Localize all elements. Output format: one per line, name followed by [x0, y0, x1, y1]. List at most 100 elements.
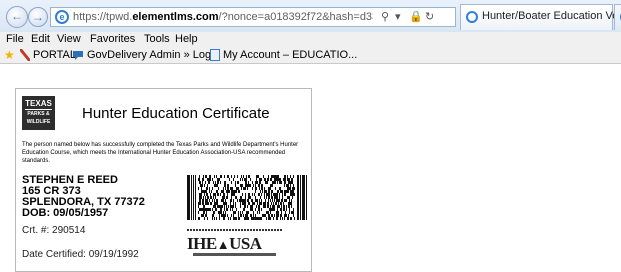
barcode-module [206, 190, 207, 193]
barcode-module [243, 208, 244, 211]
tab-hunter-boater-education[interactable]: Hunter/Boater Education Verif... [460, 4, 621, 30]
barcode-module [205, 202, 206, 205]
barcode-module [285, 199, 286, 202]
barcode-module [207, 178, 208, 181]
search-icon[interactable]: ⚲ [381, 10, 389, 23]
hunter-education-certificate: TEXAS PARKS & WILDLIFE Hunter Education … [15, 88, 312, 272]
barcode-module [268, 175, 269, 178]
chevron-down-icon[interactable]: ▾ [395, 10, 401, 23]
menu-view[interactable]: View [57, 33, 81, 45]
barcode-guard-bar [300, 175, 301, 220]
barcode-module [225, 214, 226, 217]
barcode-module [248, 181, 249, 184]
barcode-module [231, 190, 232, 193]
barcode-module [273, 205, 274, 208]
barcode-module [215, 184, 216, 187]
barcode-module [257, 175, 258, 178]
barcode-module [218, 205, 219, 208]
tab-next[interactable] [614, 4, 621, 30]
barcode-module [201, 190, 202, 193]
menu-edit[interactable]: Edit [31, 33, 50, 45]
barcode-module [276, 193, 277, 196]
barcode-module [284, 175, 285, 178]
barcode-module [251, 214, 252, 217]
barcode-module [260, 178, 261, 181]
barcode-module [206, 208, 207, 211]
barcode-module [268, 178, 269, 181]
barcode-module [217, 199, 218, 202]
barcode-module [240, 196, 241, 199]
barcode-module [264, 205, 265, 208]
barcode-module [224, 181, 225, 184]
barcode-module [275, 181, 276, 184]
barcode-module [246, 211, 247, 214]
barcode-module [281, 190, 282, 193]
favorite-portal[interactable]: PORTAL [33, 49, 76, 61]
barcode-guard-bar [297, 175, 299, 220]
menu-tools[interactable]: Tools [144, 33, 170, 45]
barcode-module [289, 196, 290, 199]
barcode-module [293, 193, 294, 196]
refresh-icon[interactable]: ↻ [425, 10, 434, 23]
barcode-module [225, 211, 226, 214]
barcode-module [272, 208, 273, 211]
barcode-module [243, 199, 244, 202]
barcode-module [255, 181, 256, 184]
barcode-module [231, 205, 232, 208]
barcode-module [209, 175, 210, 178]
back-button[interactable]: ← [6, 6, 28, 28]
ihea-logo-rule [187, 229, 282, 231]
barcode-module [245, 181, 246, 184]
barcode-module [227, 214, 228, 217]
barcode-module [201, 193, 202, 196]
barcode-module [288, 190, 289, 193]
lock-icon[interactable]: 🔒 [409, 10, 423, 23]
favorite-my-account[interactable]: My Account – EDUCATIO... [223, 49, 357, 61]
barcode-module [223, 199, 224, 202]
barcode-module [264, 214, 265, 217]
barcode-module [280, 181, 281, 184]
barcode-module [240, 178, 241, 181]
barcode-module [230, 199, 231, 202]
add-favorite-star-icon[interactable]: ★ [4, 48, 15, 62]
barcode-module [238, 190, 239, 193]
barcode-module [274, 196, 275, 199]
url-text[interactable]: https://tpwd.elementlms.com/?nonce=a0183… [73, 11, 373, 23]
barcode-module [227, 184, 228, 187]
barcode-module [240, 199, 241, 202]
barcode-module [244, 208, 245, 211]
barcode-module [274, 193, 275, 196]
barcode-module [223, 214, 224, 217]
menu-favorites[interactable]: Favorites [90, 33, 135, 45]
barcode-module [292, 178, 293, 181]
favorites-bar: ★ PORTAL GovDelivery Admin » Login My Ac… [0, 48, 621, 64]
barcode-module [239, 199, 240, 202]
barcode-module [273, 208, 274, 211]
menu-file[interactable]: File [6, 33, 24, 45]
barcode-module [290, 175, 291, 178]
barcode-module [198, 187, 199, 190]
barcode-module [222, 214, 223, 217]
barcode-module [291, 202, 292, 205]
barcode-module [224, 202, 225, 205]
barcode-module [238, 211, 239, 214]
barcode-module [208, 181, 209, 184]
menu-help[interactable]: Help [175, 33, 198, 45]
barcode-module [287, 175, 288, 178]
address-bar[interactable]: e https://tpwd.elementlms.com/?nonce=a01… [50, 7, 456, 27]
barcode-module [216, 184, 217, 187]
barcode-module [206, 202, 207, 205]
barcode-module [241, 187, 242, 190]
barcode-module [245, 184, 246, 187]
forward-button[interactable]: → [28, 7, 48, 27]
barcode-module [199, 202, 200, 205]
barcode-module [261, 178, 262, 181]
barcode-module [205, 214, 206, 217]
barcode-module [205, 199, 206, 202]
barcode-module [224, 205, 225, 208]
barcode-module [269, 196, 270, 199]
favorite-govdelivery[interactable]: GovDelivery Admin » Login [87, 49, 220, 61]
barcode-module [226, 202, 227, 205]
barcode-module [264, 178, 265, 181]
barcode-module [199, 175, 200, 178]
